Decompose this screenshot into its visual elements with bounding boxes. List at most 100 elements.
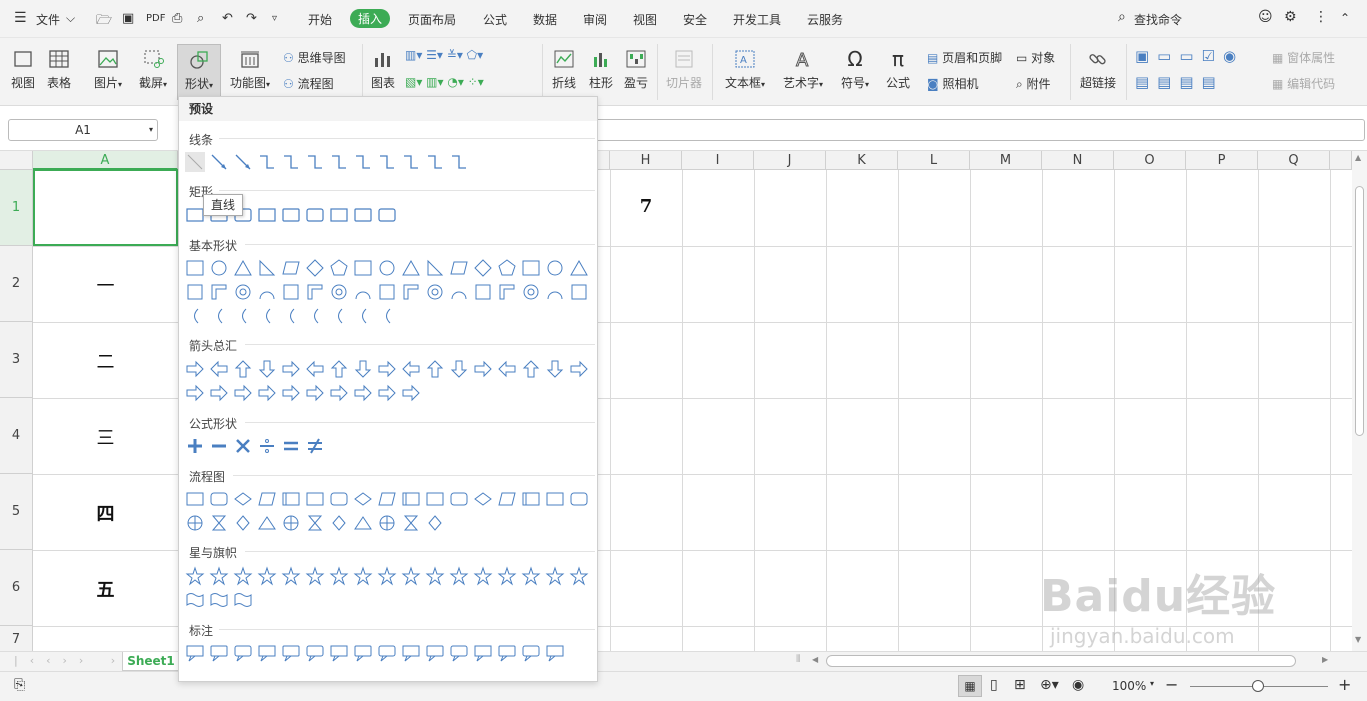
shape-basic2-4[interactable] xyxy=(281,282,301,302)
scroll-down-icon[interactable]: ▼ xyxy=(1355,635,1361,644)
shape-line-4[interactable] xyxy=(281,152,301,172)
shape-basic2-15[interactable] xyxy=(545,282,565,302)
shape-bracket-6[interactable] xyxy=(329,306,349,326)
redo-icon[interactable]: ↷ xyxy=(246,11,257,26)
shape-rect-5[interactable] xyxy=(305,205,325,225)
split-handle-icon[interactable]: ⦀ xyxy=(796,654,800,665)
shape-star-4[interactable] xyxy=(281,566,301,586)
shape-eq-1[interactable] xyxy=(209,436,229,456)
shape-basic-12[interactable] xyxy=(473,258,493,278)
camera-button[interactable]: ◙ 照相机 xyxy=(927,75,978,92)
flowchart-button[interactable]: ⚇ 流程图 xyxy=(283,75,334,92)
shape-callout-8[interactable] xyxy=(377,643,397,663)
shape-banner-2[interactable] xyxy=(233,590,253,610)
shape-star-1[interactable] xyxy=(209,566,229,586)
shape-flow-5[interactable] xyxy=(305,489,325,509)
zoom-in-icon[interactable]: + xyxy=(1338,675,1351,694)
shape-star-11[interactable] xyxy=(449,566,469,586)
row-header-4[interactable]: 4 xyxy=(0,398,33,474)
shape-rect-3[interactable] xyxy=(257,205,277,225)
shape-arrow2-4[interactable] xyxy=(281,383,301,403)
sparkline-line-button[interactable]: 折线 xyxy=(548,48,580,91)
row-header-2[interactable]: 2 xyxy=(0,246,33,322)
shape-flow2-10[interactable] xyxy=(425,513,445,533)
zoom-slider-thumb[interactable] xyxy=(1252,680,1264,692)
shape-eq-3[interactable] xyxy=(257,436,277,456)
shape-flow2-7[interactable] xyxy=(353,513,373,533)
scroll-left-icon[interactable]: ◀ xyxy=(812,655,818,664)
more-icon[interactable]: ⋮ xyxy=(1314,9,1328,25)
object-button[interactable]: ▭ 对象 xyxy=(1016,49,1055,66)
attachment-button[interactable]: ⌕ 附件 xyxy=(1016,75,1051,92)
zoom-level[interactable]: 100% xyxy=(1112,679,1146,693)
col-header-m[interactable]: M xyxy=(970,151,1042,170)
shape-flow-2[interactable] xyxy=(233,489,253,509)
shape-line-3[interactable] xyxy=(257,152,277,172)
shape-basic-7[interactable] xyxy=(353,258,373,278)
sheet-tab-sheet1[interactable]: Sheet1 xyxy=(122,652,180,671)
mindmap-button[interactable]: ⚇ 思维导图 xyxy=(283,49,346,66)
hamburger-icon[interactable]: ☰ xyxy=(14,10,27,26)
shape-arrow-9[interactable] xyxy=(401,359,421,379)
shape-line-1[interactable] xyxy=(209,152,229,172)
col-header-h[interactable]: H xyxy=(610,151,682,170)
shape-basic-10[interactable] xyxy=(425,258,445,278)
shape-arrow-4[interactable] xyxy=(281,359,301,379)
tab-developer[interactable]: 开发工具 xyxy=(733,11,781,28)
shape-line-9[interactable] xyxy=(401,152,421,172)
picture-button[interactable]: 图片▾ xyxy=(90,48,126,91)
tab-cloud[interactable]: 云服务 xyxy=(807,11,843,28)
shape-bracket-3[interactable] xyxy=(257,306,277,326)
shape-arrow-2[interactable] xyxy=(233,359,253,379)
chart-button[interactable]: 图表 xyxy=(368,48,398,91)
selected-cell-a1[interactable] xyxy=(33,169,178,246)
chart-types-row2[interactable]: ▧▾ ▥▾ ◔▾ ⁘▾ xyxy=(405,75,484,89)
save-icon[interactable]: ▣ xyxy=(122,11,134,26)
shape-star-6[interactable] xyxy=(329,566,349,586)
shape-arrow2-6[interactable] xyxy=(329,383,349,403)
cell-h1[interactable]: 7 xyxy=(610,196,682,217)
shape-flow-4[interactable] xyxy=(281,489,301,509)
shape-flow-12[interactable] xyxy=(473,489,493,509)
open-icon[interactable]: 🗁 xyxy=(96,11,112,33)
shape-flow-8[interactable] xyxy=(377,489,397,509)
shape-callout-7[interactable] xyxy=(353,643,373,663)
edit-code-button[interactable]: ▦ 编辑代码 xyxy=(1272,75,1335,92)
shape-flow2-8[interactable] xyxy=(377,513,397,533)
shape-basic2-6[interactable] xyxy=(329,282,349,302)
zoom-dropdown-icon[interactable]: ▾ xyxy=(1150,679,1154,688)
tab-home[interactable]: 开始 xyxy=(308,11,332,28)
gear-icon[interactable]: ⚙ xyxy=(1284,9,1297,25)
shape-flow-16[interactable] xyxy=(569,489,589,509)
sparkline-column-button[interactable]: 柱形 xyxy=(585,48,617,91)
eye-protect-icon[interactable]: ◉ xyxy=(1072,677,1084,693)
shape-basic-14[interactable] xyxy=(521,258,541,278)
tab-view[interactable]: 视图 xyxy=(633,11,657,28)
shape-flow-15[interactable] xyxy=(545,489,565,509)
formula-input[interactable] xyxy=(590,119,1365,141)
shape-basic2-3[interactable] xyxy=(257,282,277,302)
screenshot-button[interactable]: 截屏▾ xyxy=(135,48,171,91)
shape-flow2-2[interactable] xyxy=(233,513,253,533)
shape-flow-11[interactable] xyxy=(449,489,469,509)
shape-arrow2-8[interactable] xyxy=(377,383,397,403)
preview-icon[interactable]: ⌕ xyxy=(197,11,204,26)
shape-arrow-6[interactable] xyxy=(329,359,349,379)
tab-review[interactable]: 审阅 xyxy=(583,11,607,28)
shape-basic-1[interactable] xyxy=(209,258,229,278)
shape-star-13[interactable] xyxy=(497,566,517,586)
page-view-icon[interactable]: ▯ xyxy=(990,677,998,693)
shape-basic2-10[interactable] xyxy=(425,282,445,302)
shape-arrow-3[interactable] xyxy=(257,359,277,379)
row-header-3[interactable]: 3 xyxy=(0,322,33,398)
shape-rect-8[interactable] xyxy=(377,205,397,225)
col-header-r[interactable] xyxy=(1330,151,1352,170)
col-header-p[interactable]: P xyxy=(1186,151,1258,170)
shape-star-14[interactable] xyxy=(521,566,541,586)
view-button[interactable]: 视图 xyxy=(10,48,36,91)
shape-basic2-8[interactable] xyxy=(377,282,397,302)
tab-formula[interactable]: 公式 xyxy=(483,11,507,28)
col-header-q[interactable]: Q xyxy=(1258,151,1330,170)
shape-flow2-9[interactable] xyxy=(401,513,421,533)
shape-arrow2-2[interactable] xyxy=(233,383,253,403)
